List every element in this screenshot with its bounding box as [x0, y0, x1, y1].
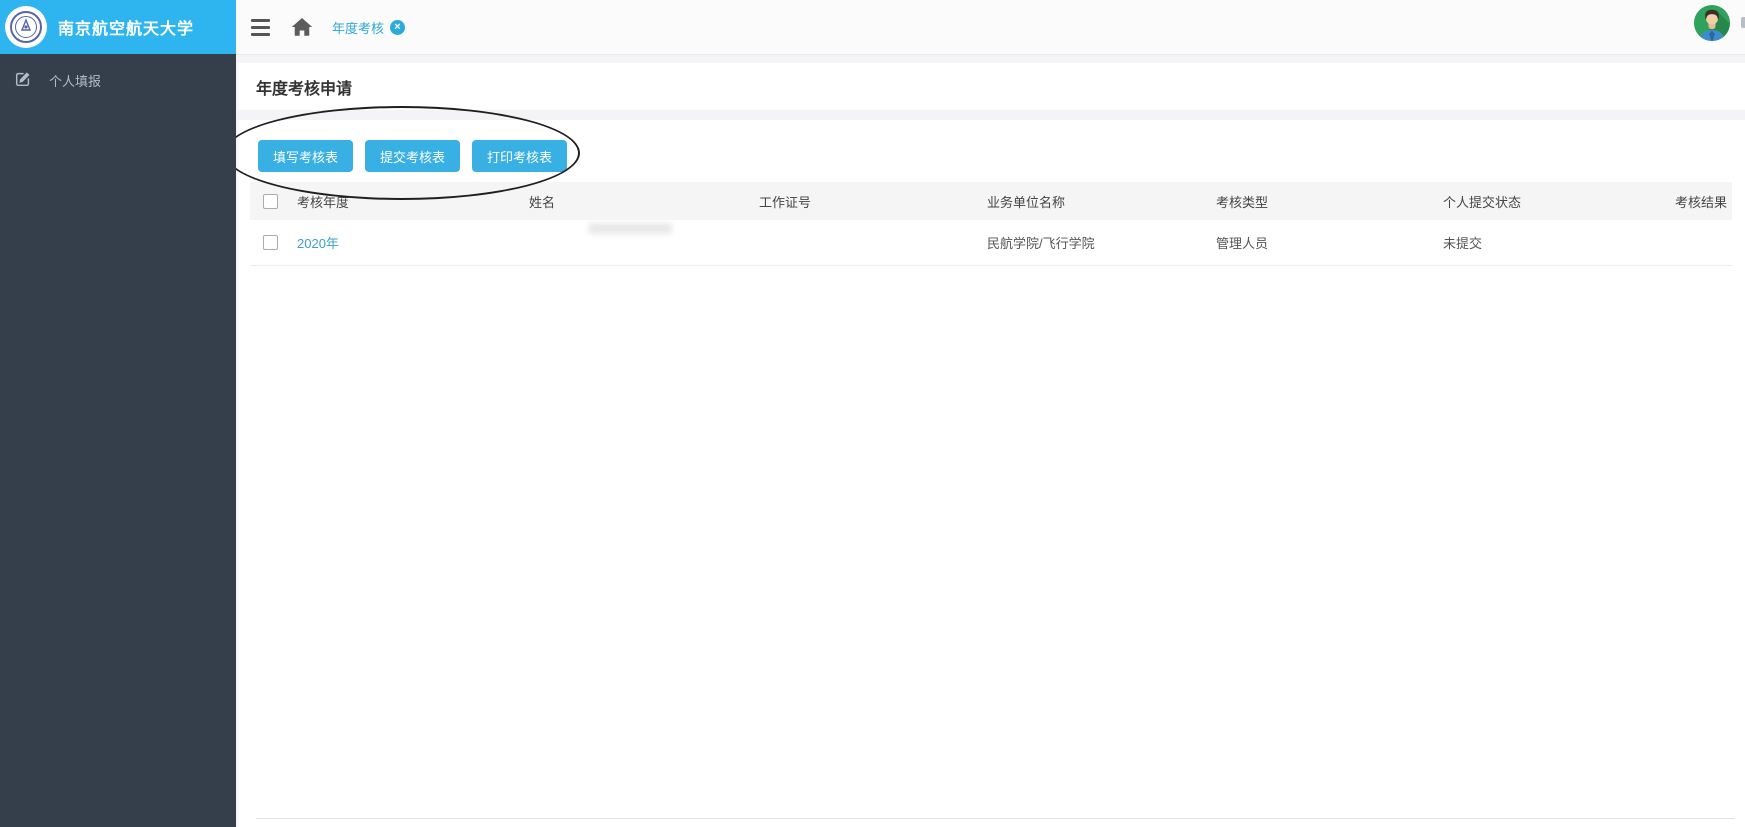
col-submit-status: 个人提交状态 — [1443, 182, 1675, 220]
user-avatar[interactable] — [1693, 4, 1731, 42]
assessment-table: 考核年度 姓名 工作证号 业务单位名称 考核类型 个人提交状态 考核结果 — [250, 182, 1732, 266]
brand-header: 南京航空航天大学 — [0, 0, 236, 54]
app-window: 南京航空航天大学 个人填报 年度考核 × — [0, 0, 1745, 827]
col-assessment-type: 考核类型 — [1216, 182, 1443, 220]
col-work-id: 工作证号 — [759, 182, 987, 220]
assessment-table-wrap: 考核年度 姓名 工作证号 业务单位名称 考核类型 个人提交状态 考核结果 — [250, 182, 1732, 266]
cell-unit-name: 民航学院/飞行学院 — [987, 220, 1216, 265]
topbar: 年度考核 × — [236, 0, 1745, 55]
university-seal-icon — [5, 6, 47, 48]
table-row: 2020年 民航学院/飞行学院 管理人员 未提交 — [250, 220, 1732, 265]
page-title: 年度考核申请 — [256, 75, 352, 99]
row-checkbox[interactable] — [263, 235, 278, 250]
fill-assessment-form-button[interactable]: 填写考核表 — [258, 140, 353, 172]
cell-submit-status: 未提交 — [1443, 220, 1675, 265]
submit-assessment-form-button[interactable]: 提交考核表 — [365, 140, 460, 172]
tab-close-icon[interactable]: × — [390, 20, 405, 35]
cell-work-id — [759, 220, 987, 265]
edit-icon — [14, 70, 32, 91]
cell-name — [529, 220, 759, 265]
sidebar: 南京航空航天大学 个人填报 — [0, 0, 236, 827]
cell-assessment-result — [1675, 220, 1732, 265]
page-header-card: 年度考核申请 — [238, 63, 1745, 110]
tab-label: 年度考核 — [332, 18, 384, 37]
toolbar: 填写考核表 提交考核表 打印考核表 — [258, 140, 567, 172]
scrollbar-sliver — [1741, 17, 1745, 28]
print-assessment-form-button[interactable]: 打印考核表 — [472, 140, 567, 172]
content-area: 年度考核申请 填写考核表 提交考核表 打印考核表 — [236, 55, 1745, 827]
col-assessment-year: 考核年度 — [297, 182, 529, 220]
cell-assessment-type: 管理人员 — [1216, 220, 1443, 265]
sidebar-item-label: 个人填报 — [49, 71, 101, 90]
col-name: 姓名 — [529, 182, 759, 220]
main-area: 年度考核 × — [236, 0, 1745, 827]
footer-divider — [256, 818, 1735, 819]
select-all-checkbox[interactable] — [263, 194, 278, 209]
sidebar-item-personal-report[interactable]: 个人填报 — [0, 54, 236, 107]
page-body-card: 填写考核表 提交考核表 打印考核表 — [238, 120, 1745, 827]
university-name: 南京航空航天大学 — [58, 15, 194, 39]
col-assessment-result: 考核结果 — [1675, 182, 1732, 220]
tab-annual-assessment[interactable]: 年度考核 × — [332, 18, 405, 37]
home-icon[interactable] — [291, 17, 313, 37]
hamburger-icon[interactable] — [249, 15, 272, 40]
table-header-row: 考核年度 姓名 工作证号 业务单位名称 考核类型 个人提交状态 考核结果 — [250, 182, 1732, 220]
col-unit-name: 业务单位名称 — [987, 182, 1216, 220]
assessment-year-link[interactable]: 2020年 — [297, 236, 339, 251]
